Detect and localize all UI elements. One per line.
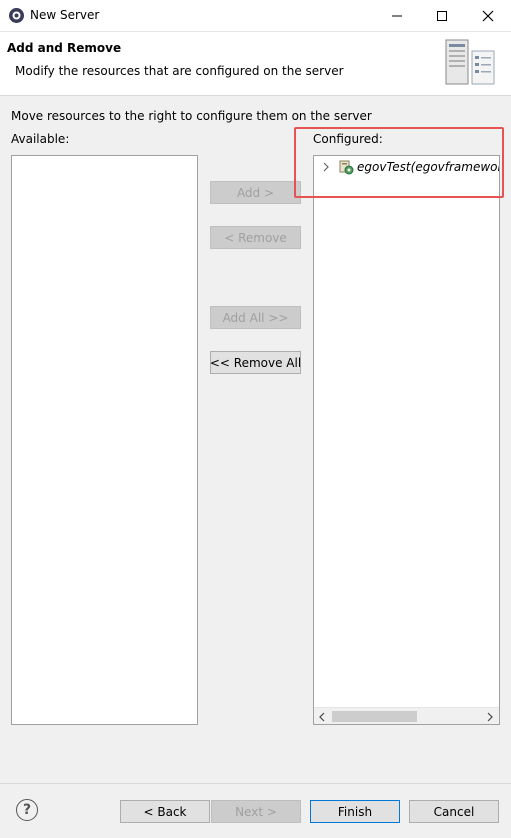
footer-divider [0, 783, 511, 784]
title-bar: New Server [0, 0, 511, 32]
add-button[interactable]: Add > [210, 181, 301, 204]
minimize-icon[interactable] [374, 0, 419, 32]
available-label: Available: [11, 132, 70, 146]
cancel-button[interactable]: Cancel [409, 800, 499, 823]
scroll-left-icon[interactable] [318, 711, 326, 724]
remove-button[interactable]: < Remove [210, 226, 301, 249]
window-title: New Server [30, 8, 100, 22]
page-title: Add and Remove [7, 41, 122, 55]
wizard-banner: Add and Remove Modify the resources that… [0, 32, 511, 96]
remove-all-button[interactable]: << Remove All [210, 351, 301, 374]
maximize-icon[interactable] [419, 0, 464, 32]
available-list[interactable] [11, 155, 198, 725]
configured-list[interactable]: egovTest(egovframework- [313, 155, 500, 725]
configured-item[interactable]: egovTest(egovframework- [320, 158, 500, 176]
configured-label: Configured: [313, 132, 383, 146]
help-icon[interactable]: ? [16, 799, 38, 821]
close-icon[interactable] [465, 0, 510, 32]
add-all-button[interactable]: Add All >> [210, 306, 301, 329]
finish-button[interactable]: Finish [310, 800, 400, 823]
horizontal-scrollbar[interactable] [314, 707, 499, 724]
scroll-right-icon[interactable] [486, 711, 494, 724]
scrollbar-thumb[interactable] [332, 711, 417, 722]
eclipse-server-icon [8, 7, 25, 24]
server-wizard-icon [442, 37, 498, 89]
instructions-text: Move resources to the right to configure… [11, 109, 372, 123]
back-button[interactable]: < Back [120, 800, 210, 823]
chevron-right-icon[interactable] [320, 162, 332, 172]
configured-item-label: egovTest(egovframework- [357, 160, 500, 174]
next-button[interactable]: Next > [211, 800, 301, 823]
web-project-icon [338, 159, 354, 175]
page-description: Modify the resources that are configured… [15, 64, 344, 78]
